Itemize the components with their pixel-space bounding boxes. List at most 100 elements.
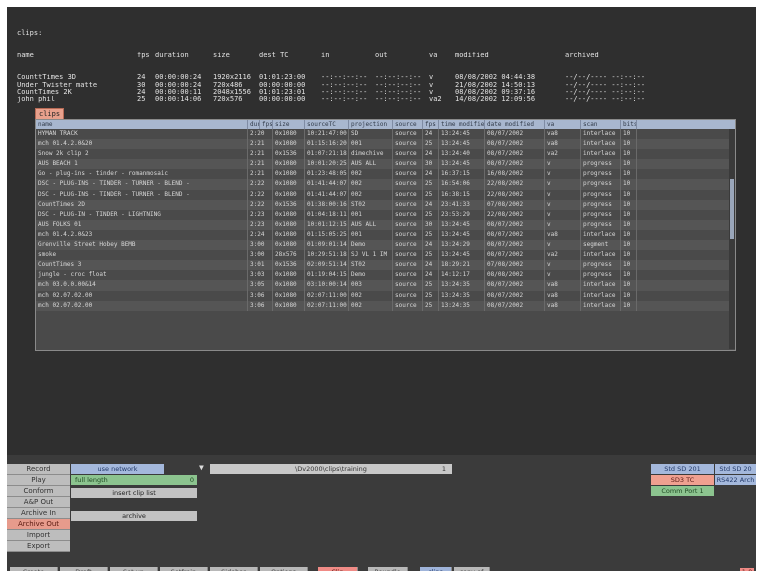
clip-cell: v	[545, 260, 581, 271]
clip-column-header[interactable]: time modified	[439, 120, 485, 129]
bottom-tab[interactable]: Draft	[60, 567, 108, 571]
clip-cell: 001	[349, 139, 393, 150]
clip-column-header[interactable]: source	[393, 120, 423, 129]
bottom-tab[interactable]: Set up	[110, 567, 158, 571]
insert-clip-list-button[interactable]: insert clip list	[71, 488, 197, 498]
clip-cell: 10	[621, 129, 637, 140]
bottom-tab[interactable]: Create	[10, 567, 58, 571]
clip-column-header[interactable]: fps	[260, 120, 273, 129]
path-field[interactable]: \Dv2000\clips\training 1	[210, 464, 452, 474]
std-sd-left-button[interactable]: Std SD 201	[651, 464, 714, 474]
clip-cell: 2:20	[248, 129, 273, 140]
clip-cell: source	[393, 260, 423, 271]
clip-column-header[interactable]: dur	[248, 120, 260, 129]
full-length-field[interactable]: full length 0	[71, 475, 197, 485]
clip-cell: 02:09:51:14	[305, 260, 349, 271]
clip-column-header[interactable]: projection	[349, 120, 393, 129]
clip-cell: mch 02.07.02.00	[36, 300, 248, 311]
clip-column-header[interactable]: bits	[621, 120, 637, 129]
mode-button[interactable]: Import	[7, 530, 70, 541]
top-clip-row[interactable]: Under Twister matte 30 00:00:00:24 720x486 0…	[17, 82, 655, 89]
clip-row[interactable]: AUS FOLKS 01 2:23 0x1080 10:01:12:15 AUS ALL…	[36, 219, 735, 230]
bottom-tab[interactable]: Setfrein	[160, 567, 208, 571]
clip-column-header[interactable]: va	[545, 120, 581, 129]
scroll-thumb[interactable]	[730, 179, 734, 239]
clip-cell: 10	[621, 149, 637, 160]
bottom-tab[interactable]: Options	[260, 567, 308, 571]
comm-port-button[interactable]: Comm Port 1	[651, 486, 714, 496]
clip-row[interactable]: HYMAN TRACK 2:20 0x1080 10:21:47:00 SD source…	[36, 129, 735, 140]
clip-column-header[interactable]: name	[36, 120, 248, 129]
clip-column-header[interactable]: scan	[581, 120, 621, 129]
use-network-button[interactable]: use network	[71, 464, 164, 474]
clip-cell: 10:29:51:18	[305, 250, 349, 261]
clip-cell: 08/07/2002	[485, 139, 545, 150]
bottom-tab[interactable]: Roundle	[368, 567, 408, 571]
rs422-arch-button[interactable]: RS422 Arch	[715, 475, 756, 485]
clip-row[interactable]: mch 01.4.2.0&23 2:24 0x1080 01:15:05:25 001 s…	[36, 229, 735, 241]
clip-cell: 13:24:35	[439, 300, 485, 311]
clip-column-header[interactable]: date modified	[485, 120, 545, 129]
clip-cell: interlace	[581, 300, 621, 311]
top-clip-row[interactable]: john phil 25 00:00:14:06 720x576 00:00:00:00…	[17, 96, 655, 103]
clip-row[interactable]: CountTimes 2D 2:22 0x1536 01:38:00:16 ST02 so…	[36, 199, 735, 210]
clip-row[interactable]: DSC - PLUG-IN - TINDER - LIGHTNING 2:23 0x…	[36, 209, 735, 220]
clip-cell: 0x1080	[273, 280, 305, 291]
mode-button[interactable]: Play	[7, 475, 70, 486]
clip-row[interactable]: mch 01.4.2.0&20 2:21 0x1080 01:15:16:20 001 s…	[36, 139, 735, 150]
clip-cell: 10	[621, 189, 637, 200]
clip-cell: 002	[349, 300, 393, 311]
clip-cell: va8	[545, 300, 581, 311]
clip-row[interactable]: Grenville Street Hobey BEMB 3:00 0x1080 01:…	[36, 240, 735, 251]
bottom-tab[interactable]: clips	[420, 567, 452, 571]
clip-cell: dimechive	[349, 149, 393, 160]
clip-cell: source	[393, 240, 423, 251]
mode-button[interactable]: Export	[7, 541, 70, 552]
clip-row[interactable]: DSC - PLUG-INS - TINDER - TURNER - BLEND…	[36, 189, 735, 200]
mode-button[interactable]: Record	[7, 464, 70, 475]
bottom-tab[interactable]: Sidebar	[210, 567, 258, 571]
bottom-tab[interactable]: Clip	[318, 567, 358, 571]
mode-button[interactable]: A&P Out	[7, 497, 70, 508]
top-clip-row[interactable]: CounttTimes 3D 24 00:00:00:24 1920x2116 01:0…	[17, 74, 655, 81]
clip-row[interactable]: Snow 2k clip 2 2:21 0x1536 01:07:21:18 dimec…	[36, 149, 735, 160]
std-sd-right-button[interactable]: Std SD 20	[715, 464, 756, 474]
clip-column-header[interactable]: sourceTC	[305, 120, 349, 129]
clip-cell: source	[393, 169, 423, 180]
clip-cell: 0x1080	[273, 129, 305, 140]
clip-cell: 13:24:45	[439, 229, 485, 241]
clip-column-header[interactable]: fps	[423, 120, 439, 129]
clip-row[interactable]: mch 02.07.02.00 3:06 0x1080 02:07:11:00 002 s…	[36, 290, 735, 301]
clip-browser-table[interactable]: name dur fps size sourceTC projection source fp…	[35, 119, 736, 351]
top-clip-row[interactable]: CountTimes 2K 24 00:00:00:11 2048x1556 01:01…	[17, 89, 655, 96]
dropdown-arrow-icon[interactable]: ▼	[199, 463, 204, 472]
clip-cell: source	[393, 290, 423, 301]
clip-row[interactable]: smoke 3:00 28x576 10:29:51:18 SJ VL 1 IM sour…	[36, 250, 735, 261]
bottom-tab[interactable]: copy of	[454, 567, 490, 571]
clip-row[interactable]: mch 02.07.02.00 3:06 0x1080 02:07:11:00 002 s…	[36, 300, 735, 311]
mode-button[interactable]: Archive Out	[7, 519, 70, 530]
clip-cell: 0x1080	[273, 189, 305, 200]
clip-cell: smoke	[36, 250, 248, 261]
top-clip-cell: 14/08/2002 12:09:56	[455, 96, 536, 104]
archive-button[interactable]: archive	[71, 511, 197, 521]
top-clips-column-header: va	[429, 52, 438, 60]
clip-cell: 01:41:44:07	[305, 179, 349, 190]
clip-row[interactable]: mch 03.0.0.00&14 3:05 0x1080 03:10:00:14 003…	[36, 280, 735, 291]
mode-button[interactable]: Archive In	[7, 508, 70, 519]
sd3-tc-button[interactable]: SD3 TC	[651, 475, 714, 485]
clip-row[interactable]: jungle - croc float 3:03 0x1080 01:19:04:15…	[36, 270, 735, 281]
clip-cell: 10	[621, 280, 637, 291]
clip-row[interactable]: DSC - PLUG-INS - TINDER - TURNER - BLEND…	[36, 179, 735, 190]
clip-row[interactable]: Go - plug-ins - tinder - romanmosaic 2:21…	[36, 169, 735, 180]
clip-cell: source	[393, 250, 423, 261]
clip-cell: va8	[545, 290, 581, 301]
clip-cell: 24	[423, 149, 439, 160]
clip-table-scrollbar[interactable]	[729, 129, 735, 349]
clip-row[interactable]: AUS BEACH 1 2:21 0x1080 10:01:20:25 AUS ALL s…	[36, 159, 735, 170]
clip-row[interactable]: CountTimes 3 3:01 0x1536 02:09:51:14 ST02 sou…	[36, 260, 735, 271]
clip-cell: source	[393, 159, 423, 170]
clip-cell: source	[393, 149, 423, 160]
mode-button[interactable]: Conform	[7, 486, 70, 497]
clip-column-header[interactable]: size	[273, 120, 305, 129]
